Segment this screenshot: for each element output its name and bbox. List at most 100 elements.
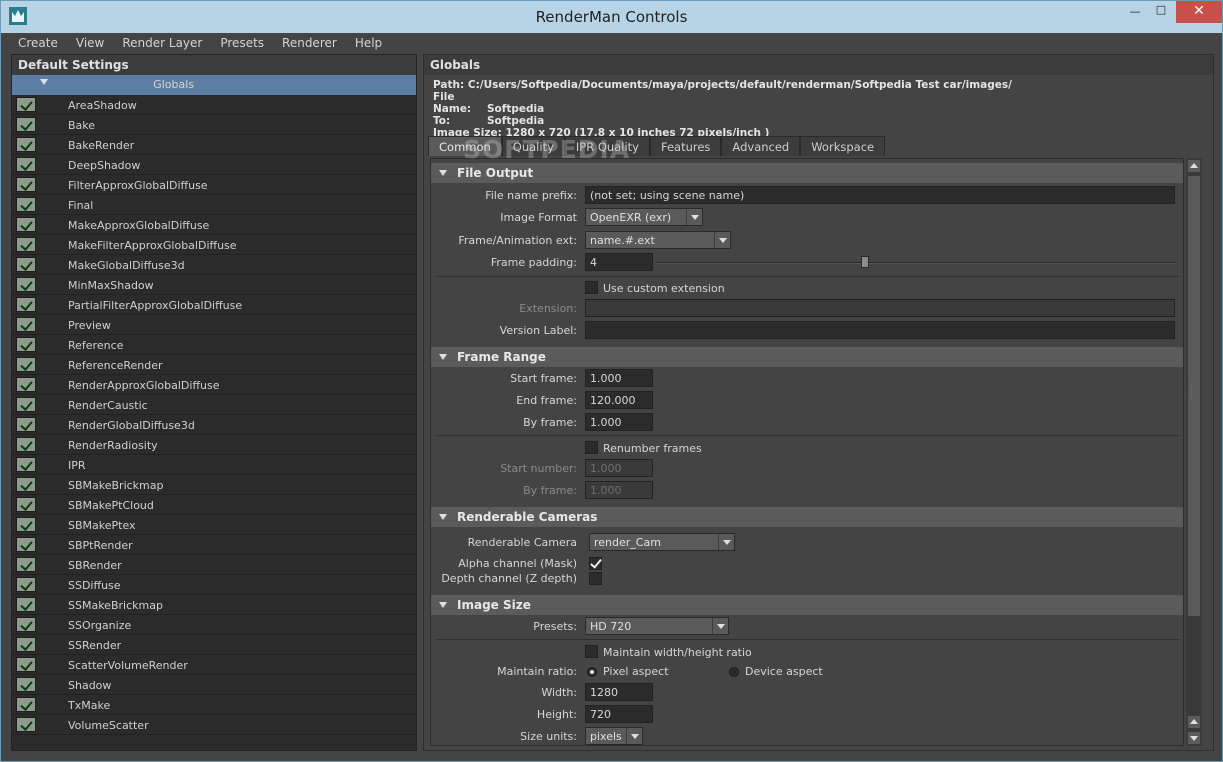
list-item[interactable]: SSRender [12,635,416,655]
enabled-checkbox-icon[interactable] [16,497,36,512]
alpha-channel-checkbox[interactable] [589,557,602,570]
enabled-checkbox-icon[interactable] [16,277,36,292]
menu-presets[interactable]: Presets [211,33,273,53]
vertical-scrollbar[interactable] [1186,158,1202,746]
list-item[interactable]: VolumeScatter [12,715,416,735]
enabled-checkbox-icon[interactable] [16,637,36,652]
maintain-wh-ratio-checkbox[interactable] [585,645,598,658]
enabled-checkbox-icon[interactable] [16,677,36,692]
list-item[interactable]: BakeRender [12,135,416,155]
list-item[interactable]: MakeFilterApproxGlobalDiffuse [12,235,416,255]
enabled-checkbox-icon[interactable] [16,157,36,172]
enabled-checkbox-icon[interactable] [16,437,36,452]
list-item[interactable]: FilterApproxGlobalDiffuse [12,175,416,195]
depth-channel-checkbox[interactable] [589,572,602,585]
pixel-aspect-radio[interactable] [587,667,597,677]
height-input[interactable]: 720 [585,705,653,723]
maximize-button[interactable]: □ [1147,1,1175,23]
minimize-button[interactable]: — [1121,1,1149,23]
list-item[interactable]: RenderApproxGlobalDiffuse [12,375,416,395]
enabled-checkbox-icon[interactable] [16,657,36,672]
list-item[interactable]: RenderCaustic [12,395,416,415]
tab-features[interactable]: Features [649,136,722,156]
tab-advanced[interactable]: Advanced [721,136,801,156]
list-item[interactable]: RenderRadiosity [12,435,416,455]
end-frame-input[interactable]: 120.000 [585,391,653,409]
image-format-dropdown[interactable]: OpenEXR (exr) [585,208,703,226]
scroll-up-icon[interactable] [1188,160,1200,172]
expand-arrow-icon[interactable] [40,79,48,85]
list-item[interactable]: Final [12,195,416,215]
list-item[interactable]: RenderGlobalDiffuse3d [12,415,416,435]
list-item[interactable]: MakeApproxGlobalDiffuse [12,215,416,235]
list-item[interactable]: TxMake [12,695,416,715]
enabled-checkbox-icon[interactable] [16,117,36,132]
list-item[interactable]: SBPtRender [12,535,416,555]
enabled-checkbox-icon[interactable] [16,517,36,532]
enabled-checkbox-icon[interactable] [16,397,36,412]
list-item[interactable]: ScatterVolumeRender [12,655,416,675]
scroll-down-icon[interactable] [1188,732,1200,744]
enabled-checkbox-icon[interactable] [16,477,36,492]
list-item[interactable]: Shadow [12,675,416,695]
device-aspect-radio[interactable] [729,667,739,677]
section-image-size[interactable]: Image Size [431,595,1183,615]
tab-workspace[interactable]: Workspace [800,136,886,156]
enabled-checkbox-icon[interactable] [16,417,36,432]
enabled-checkbox-icon[interactable] [16,297,36,312]
menu-view[interactable]: View [67,33,113,53]
start-frame-input[interactable]: 1.000 [585,369,653,387]
enabled-checkbox-icon[interactable] [16,337,36,352]
enabled-checkbox-icon[interactable] [16,317,36,332]
enabled-checkbox-icon[interactable] [16,457,36,472]
enabled-checkbox-icon[interactable] [16,377,36,392]
resize-grip-icon[interactable]: ⋮ ⋮ ⋮ [1187,382,1197,406]
close-button[interactable]: ✕ [1176,1,1222,23]
list-item[interactable]: SBRender [12,555,416,575]
enabled-checkbox-icon[interactable] [16,697,36,712]
list-item[interactable]: Bake [12,115,416,135]
enabled-checkbox-icon[interactable] [16,717,36,732]
menu-help[interactable]: Help [346,33,391,53]
list-item[interactable]: SSOrganize [12,615,416,635]
enabled-checkbox-icon[interactable] [16,97,36,112]
list-item[interactable]: SSDiffuse [12,575,416,595]
frame-padding-slider[interactable] [657,262,1175,264]
list-item[interactable]: SSMakeBrickmap [12,595,416,615]
enabled-checkbox-icon[interactable] [16,137,36,152]
enabled-checkbox-icon[interactable] [16,177,36,192]
enabled-checkbox-icon[interactable] [16,597,36,612]
by-frame-input[interactable]: 1.000 [585,413,653,431]
enabled-checkbox-icon[interactable] [16,557,36,572]
enabled-checkbox-icon[interactable] [16,217,36,232]
version-label-input[interactable] [585,321,1175,339]
list-item[interactable]: PartialFilterApproxGlobalDiffuse [12,295,416,315]
scroll-up-icon[interactable] [1188,716,1200,728]
enabled-checkbox-icon[interactable] [16,577,36,592]
section-file-output[interactable]: File Output [431,163,1183,183]
size-units-dropdown[interactable]: pixels [585,727,643,745]
section-renderable-cameras[interactable]: Renderable Cameras [431,507,1183,527]
menu-render-layer[interactable]: Render Layer [113,33,211,53]
enabled-checkbox-icon[interactable] [16,537,36,552]
list-item[interactable]: Reference [12,335,416,355]
enabled-checkbox-icon[interactable] [16,237,36,252]
list-item[interactable]: AreaShadow [12,95,416,115]
menu-renderer[interactable]: Renderer [273,33,346,53]
menu-create[interactable]: Create [9,33,67,53]
list-item[interactable]: MinMaxShadow [12,275,416,295]
enabled-checkbox-icon[interactable] [16,197,36,212]
list-item[interactable]: IPR [12,455,416,475]
list-item[interactable]: MakeGlobalDiffuse3d [12,255,416,275]
list-item[interactable]: SBMakePtex [12,515,416,535]
presets-dropdown[interactable]: HD 720 [585,617,729,635]
renderable-camera-dropdown[interactable]: render_Cam [589,533,735,551]
use-custom-extension-checkbox[interactable] [585,281,598,294]
file-name-prefix-input[interactable]: (not set; using scene name) [585,186,1175,204]
enabled-checkbox-icon[interactable] [16,257,36,272]
list-item[interactable]: SBMakePtCloud [12,495,416,515]
enabled-checkbox-icon[interactable] [16,617,36,632]
width-input[interactable]: 1280 [585,683,653,701]
frame-padding-input[interactable]: 4 [585,253,653,271]
frame-ext-dropdown[interactable]: name.#.ext [585,231,731,249]
